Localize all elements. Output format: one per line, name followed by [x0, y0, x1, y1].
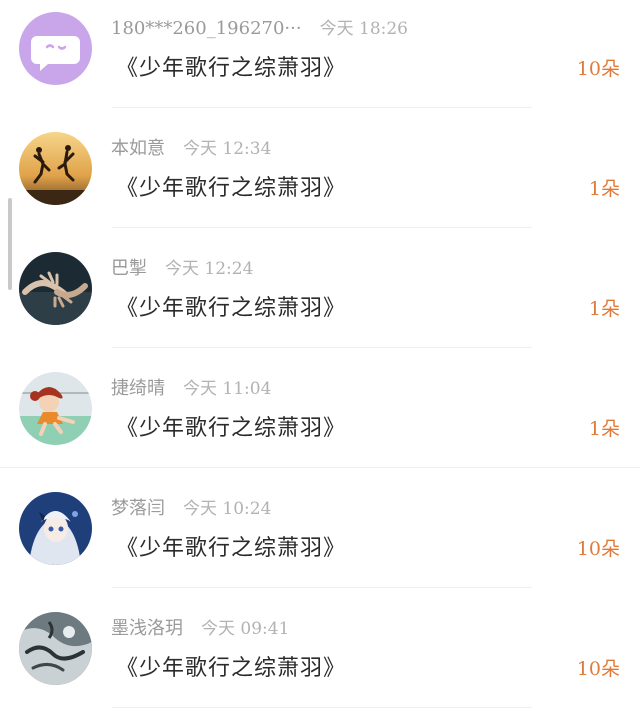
gift-count: 10朵 — [576, 58, 620, 80]
item-meta: 180***260_196270··· 今天 18:26 — [111, 14, 408, 39]
gift-count: 1朵 — [588, 298, 620, 320]
divider — [112, 587, 532, 588]
item-meta: 本如意 今天 12:34 — [111, 134, 271, 160]
timestamp: 今天 12:24 — [165, 259, 254, 279]
divider — [0, 467, 640, 468]
gift-count: 1朵 — [588, 178, 620, 200]
book-title[interactable]: 《少年歌行之综萧羽》 — [116, 50, 346, 82]
timestamp: 今天 10:24 — [183, 499, 272, 519]
book-title[interactable]: 《少年歌行之综萧羽》 — [116, 170, 346, 202]
hands-avatar-icon[interactable] — [19, 252, 92, 325]
username[interactable]: 梦落闫 — [111, 498, 165, 519]
anime-girl-avatar-icon[interactable] — [19, 492, 92, 565]
list-item[interactable]: 本如意 今天 12:34 《少年歌行之综萧羽》 1朵 — [0, 120, 640, 240]
divider — [112, 347, 532, 348]
username[interactable]: 本如意 — [111, 138, 165, 159]
list-item[interactable]: 巴掣 今天 12:24 《少年歌行之综萧羽》 1朵 — [0, 240, 640, 360]
username[interactable]: 巴掣 — [111, 258, 147, 279]
username[interactable]: 墨浅洛玥 — [111, 618, 183, 639]
list-item[interactable]: 捷绮晴 今天 11:04 《少年歌行之综萧羽》 1朵 — [0, 360, 640, 480]
gift-list: 180***260_196270··· 今天 18:26 《少年歌行之综萧羽》 1… — [0, 0, 640, 720]
divider — [112, 707, 532, 708]
cartoon-girl-avatar-icon[interactable] — [19, 372, 92, 445]
username[interactable]: 捷绮晴 — [111, 378, 165, 399]
timestamp: 今天 18:26 — [319, 19, 408, 39]
sunset-jump-avatar-icon[interactable] — [19, 132, 92, 205]
item-meta: 梦落闫 今天 10:24 — [111, 494, 271, 520]
item-meta: 巴掣 今天 12:24 — [111, 254, 253, 280]
list-item[interactable]: 180***260_196270··· 今天 18:26 《少年歌行之综萧羽》 1… — [0, 0, 640, 120]
ink-wash-avatar-icon[interactable] — [19, 612, 92, 685]
item-meta: 墨浅洛玥 今天 09:41 — [111, 614, 289, 640]
username[interactable]: 180***260_196270··· — [111, 18, 302, 39]
timestamp: 今天 12:34 — [183, 139, 272, 159]
gift-count: 1朵 — [588, 418, 620, 440]
list-item[interactable]: 墨浅洛玥 今天 09:41 《少年歌行之综萧羽》 10朵 — [0, 600, 640, 720]
divider — [112, 227, 532, 228]
purple-chat-bubble-avatar-icon[interactable] — [19, 12, 92, 85]
gift-count: 10朵 — [576, 538, 620, 560]
list-item[interactable]: 梦落闫 今天 10:24 《少年歌行之综萧羽》 10朵 — [0, 480, 640, 600]
item-meta: 捷绮晴 今天 11:04 — [111, 374, 271, 400]
book-title[interactable]: 《少年歌行之综萧羽》 — [116, 530, 346, 562]
book-title[interactable]: 《少年歌行之综萧羽》 — [116, 410, 346, 442]
timestamp: 今天 11:04 — [183, 379, 272, 399]
gift-count: 10朵 — [576, 658, 620, 680]
book-title[interactable]: 《少年歌行之综萧羽》 — [116, 650, 346, 682]
timestamp: 今天 09:41 — [201, 619, 290, 639]
book-title[interactable]: 《少年歌行之综萧羽》 — [116, 290, 346, 322]
divider — [112, 107, 532, 108]
